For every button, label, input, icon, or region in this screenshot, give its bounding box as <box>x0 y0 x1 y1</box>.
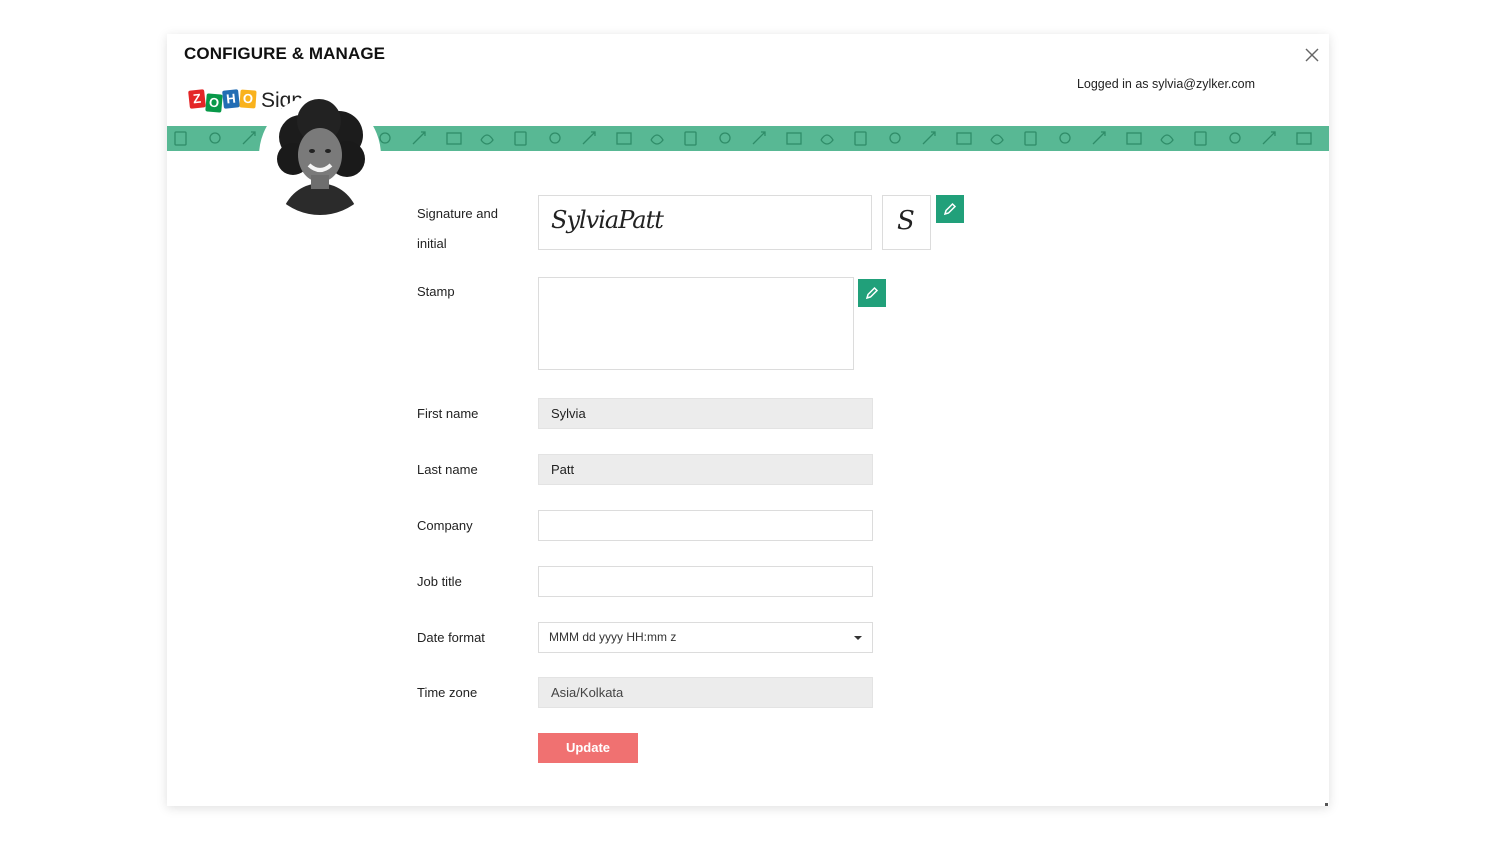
date-format-label: Date format <box>417 630 485 645</box>
banner-pattern-icon <box>242 131 256 145</box>
banner-pattern-icon <box>752 131 766 145</box>
stamp-box[interactable] <box>538 277 854 370</box>
banner-pattern-icon <box>446 132 462 145</box>
pencil-icon <box>865 286 879 300</box>
first-name-field[interactable]: Sylvia <box>538 398 873 429</box>
job-title-field[interactable] <box>538 566 873 597</box>
banner-pattern-icon <box>209 132 221 144</box>
chevron-down-icon <box>854 636 862 640</box>
job-title-label: Job title <box>417 574 462 589</box>
configure-manage-dialog: CONFIGURE & MANAGE Z O H O Sign Logged i… <box>167 34 1329 806</box>
banner-pattern-icon <box>1092 131 1106 145</box>
banner-pattern-icon <box>616 132 632 145</box>
signature-label-line1: Signature and <box>417 206 498 221</box>
banner-pattern-icon <box>582 131 596 145</box>
banner-pattern-icon <box>1194 131 1207 146</box>
banner-pattern-icon <box>990 134 1004 145</box>
banner-pattern-icon <box>719 132 731 144</box>
first-name-value: Sylvia <box>551 406 586 421</box>
banner-pattern-icon <box>379 132 391 144</box>
last-name-value: Patt <box>551 462 575 477</box>
logo-letter-o: O <box>205 93 223 113</box>
banner-pattern-icon <box>1229 132 1241 144</box>
initial-box[interactable]: S <box>882 195 931 250</box>
signature-text: SylviaPatt <box>551 206 664 234</box>
banner-pattern-icon <box>174 131 187 146</box>
banner-pattern-icon <box>922 131 936 145</box>
signature-label-line2: initial <box>417 236 447 251</box>
last-name-field[interactable]: Patt <box>538 454 873 485</box>
resize-corner <box>1325 803 1328 806</box>
banner-pattern-icon <box>412 131 426 145</box>
logo-letter-o2: O <box>239 89 257 109</box>
banner-pattern-icon <box>1262 131 1276 145</box>
banner-pattern-icon <box>820 134 834 145</box>
logged-in-status: Logged in as sylvia@zylker.com <box>1076 77 1255 91</box>
stamp-label: Stamp <box>417 284 455 299</box>
date-format-value: MMM dd yyyy HH:mm z <box>549 630 677 644</box>
banner-pattern-icon <box>786 132 802 145</box>
signature-box[interactable]: SylviaPatt <box>538 195 872 250</box>
edit-stamp-button[interactable] <box>858 279 886 307</box>
time-zone-field[interactable]: Asia/Kolkata <box>538 677 873 708</box>
banner-pattern-icon <box>480 134 494 145</box>
logo-letter-h: H <box>222 89 240 109</box>
banner-pattern-icon <box>1296 132 1312 145</box>
last-name-label: Last name <box>417 462 478 477</box>
banner-pattern-icon <box>549 132 561 144</box>
close-icon[interactable] <box>1301 44 1323 66</box>
time-zone-label: Time zone <box>417 685 478 700</box>
company-field[interactable] <box>538 510 873 541</box>
banner-pattern-icon <box>1160 134 1174 145</box>
banner-pattern-icon <box>1059 132 1071 144</box>
edit-signature-button[interactable] <box>936 195 964 223</box>
banner-pattern-icon <box>956 132 972 145</box>
company-label: Company <box>417 518 473 533</box>
banner-pattern-icon <box>514 131 527 146</box>
avatar[interactable] <box>259 95 381 217</box>
pencil-icon <box>943 202 957 216</box>
banner-pattern-icon <box>684 131 697 146</box>
first-name-label: First name <box>417 406 479 421</box>
banner-pattern-icon <box>650 134 664 145</box>
banner-pattern-icon <box>1126 132 1142 145</box>
banner-pattern-icon <box>1024 131 1037 146</box>
zoho-logo-tiles: Z O H O <box>188 89 257 113</box>
logo-letter-z: Z <box>188 89 206 109</box>
update-button[interactable]: Update <box>538 733 638 763</box>
signature-label: Signature and initial <box>417 199 498 259</box>
date-format-select[interactable]: MMM dd yyyy HH:mm z <box>538 622 873 653</box>
dialog-title: CONFIGURE & MANAGE <box>184 44 386 63</box>
initial-text: S <box>897 206 915 236</box>
time-zone-value: Asia/Kolkata <box>551 685 624 700</box>
banner-pattern-icon <box>854 131 867 146</box>
banner-pattern-icon <box>889 132 901 144</box>
